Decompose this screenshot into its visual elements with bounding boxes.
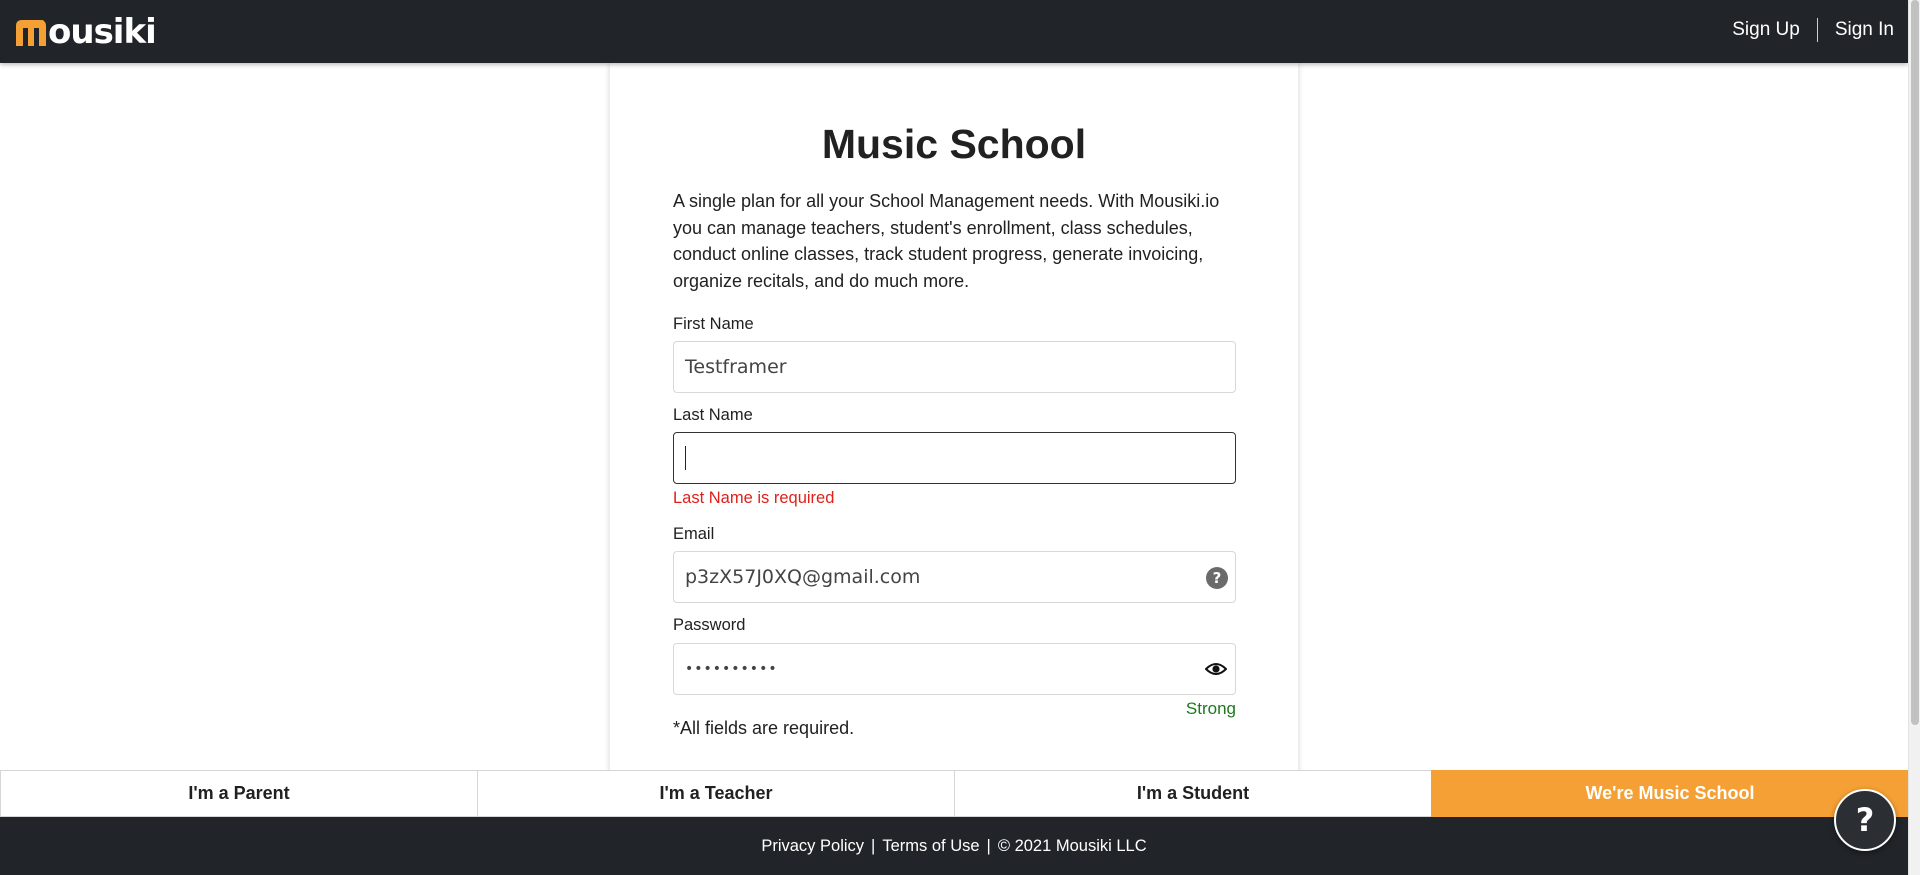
- password-field[interactable]: ••••••••••: [673, 643, 1236, 695]
- page-title: Music School: [821, 121, 1087, 167]
- required-note: *All fields are required.: [673, 718, 855, 738]
- page-scrollbar[interactable]: [1908, 0, 1920, 875]
- top-navbar: ousiki Sign Up Sign In: [0, 0, 1908, 63]
- eye-icon[interactable]: [1205, 660, 1227, 678]
- last-name-label: Last Name: [673, 406, 753, 424]
- tab-teacher[interactable]: I'm a Teacher: [477, 770, 954, 817]
- help-icon[interactable]: ?: [1206, 567, 1228, 589]
- scrollbar-thumb[interactable]: [1911, 0, 1919, 725]
- footer-separator: |: [871, 836, 876, 855]
- privacy-policy-link[interactable]: Privacy Policy: [761, 837, 864, 856]
- email-field[interactable]: p3zX57J0XQ@gmail.com ?: [673, 551, 1236, 603]
- role-tabs: I'm a Parent I'm a Teacher I'm a Student…: [0, 770, 1908, 817]
- intro-text: A single plan for all your School Manage…: [673, 191, 1220, 291]
- tab-parent[interactable]: I'm a Parent: [0, 770, 477, 817]
- first-name-field[interactable]: Testframer: [673, 341, 1236, 393]
- floating-help-icon[interactable]: ?: [1834, 789, 1896, 851]
- text-caret: [685, 446, 686, 470]
- email-value: p3zX57J0XQ@gmail.com: [685, 566, 921, 588]
- sign-up-link[interactable]: Sign Up: [1732, 19, 1800, 41]
- password-value: ••••••••••: [685, 661, 778, 677]
- mousiki-logo[interactable]: ousiki: [14, 10, 157, 52]
- first-name-value: Testframer: [685, 356, 787, 378]
- first-name-label: First Name: [673, 315, 754, 333]
- sign-in-link[interactable]: Sign In: [1835, 19, 1894, 41]
- password-label: Password: [673, 616, 746, 634]
- terms-of-use-link[interactable]: Terms of Use: [882, 837, 979, 856]
- password-strength: Strong: [1185, 699, 1236, 718]
- copyright-text: © 2021 Mousiki LLC: [997, 836, 1147, 855]
- nav-divider: [1816, 18, 1818, 42]
- header-nav: Sign Up Sign In: [1732, 18, 1894, 42]
- last-name-field[interactable]: [673, 432, 1236, 484]
- footer-separator: |: [986, 836, 991, 855]
- logo-text: ousiki: [48, 12, 157, 52]
- last-name-error: Last Name is required: [673, 489, 835, 507]
- tab-student[interactable]: I'm a Student: [954, 770, 1431, 817]
- mousiki-logo-icon: [16, 20, 46, 46]
- footer: Privacy Policy | Terms of Use | © 2021 M…: [0, 817, 1908, 875]
- email-label: Email: [673, 525, 715, 543]
- signup-card: Music School A single plan for all your …: [610, 63, 1298, 775]
